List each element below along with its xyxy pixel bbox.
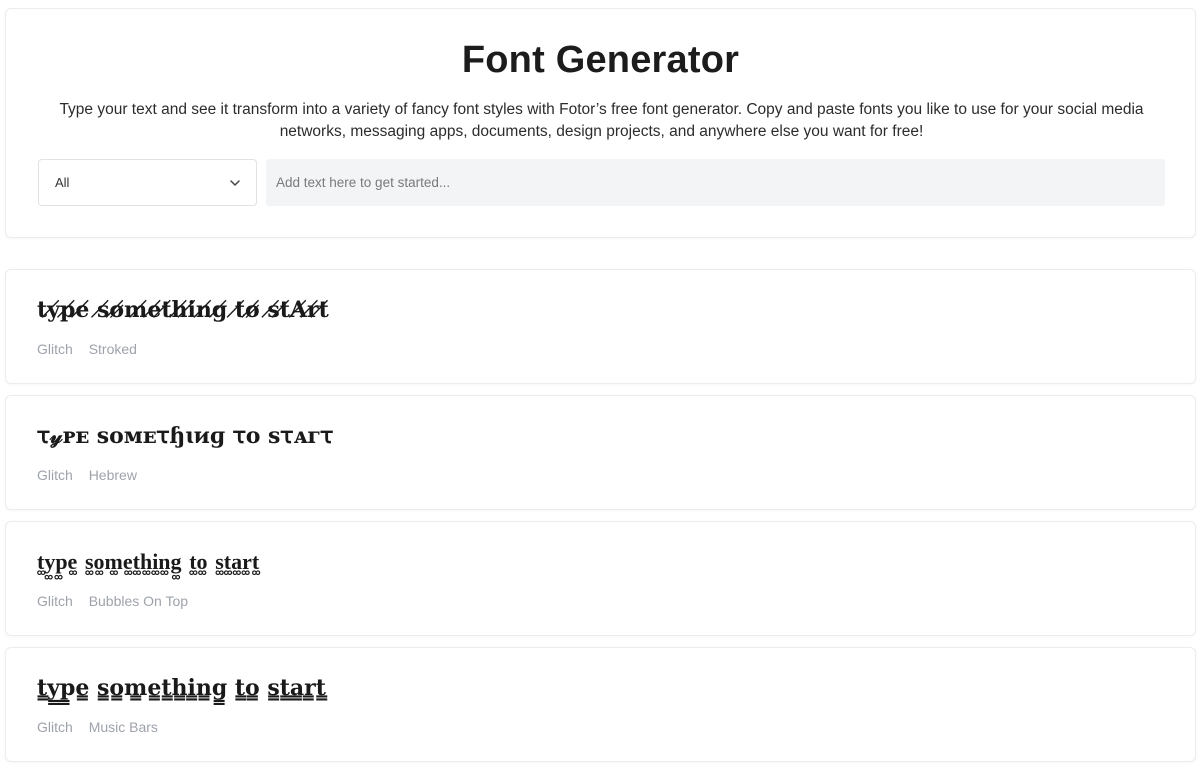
font-tag: Stroked	[88, 341, 137, 357]
font-tags: Glitch Music Bars	[37, 719, 170, 735]
font-sample-text[interactable]: ꚍ𝓎ᴩᴇ ѕᴏᴍᴇꚍɧɩᴎɡ ꚍᴏ ѕꚍᴀᴦꚍ	[37, 423, 333, 449]
font-tag: Glitch	[37, 593, 73, 609]
font-tag: Glitch	[37, 719, 73, 735]
style-filter-select[interactable]: All	[38, 159, 257, 206]
font-tag: Hebrew	[88, 467, 137, 483]
font-tag: Glitch	[37, 467, 73, 483]
style-filter-value: All	[55, 175, 70, 190]
font-sample-text[interactable]: ty̸p̸e̸ s̸ø̸m̸e̸t̸h̸i̸n̸g̸ t̸ø̸ s̸t̸A̸r̸…	[37, 297, 329, 323]
text-input[interactable]	[266, 159, 1165, 206]
font-tag: Music Bars	[88, 719, 158, 735]
chevron-down-icon	[230, 180, 240, 186]
font-tag: Bubbles On Top	[88, 593, 189, 609]
page-title: Font Generator	[461, 39, 740, 81]
font-tags: Glitch Stroked	[37, 341, 149, 357]
font-generator-header: Font Generator Type your text and see it…	[5, 8, 1196, 238]
font-tags: Glitch Bubbles On Top	[37, 593, 200, 609]
font-sample-text[interactable]: t̳y̳p̳e̳ s̳o̳m̳e̳t̳h̳i̳n̳g̳ t̳o̳ s̳t̳a̳r…	[37, 675, 326, 701]
font-result-card[interactable]: t͚y͚p͚e͚ s͚o͚m͚e͚t͚h͚i͚n͚g͚ t͚o͚ s͚t͚a͚r…	[5, 521, 1196, 636]
font-sample-text[interactable]: t͚y͚p͚e͚ s͚o͚m͚e͚t͚h͚i͚n͚g͚ t͚o͚ s͚t͚a͚r…	[37, 549, 259, 575]
font-tag: Glitch	[37, 341, 73, 357]
font-result-card[interactable]: ꚍ𝓎ᴩᴇ ѕᴏᴍᴇꚍɧɩᴎɡ ꚍᴏ ѕꚍᴀᴦꚍ Glitch Hebrew	[5, 395, 1196, 510]
page-description: Type your text and see it transform into…	[59, 101, 1144, 140]
font-tags: Glitch Hebrew	[37, 467, 149, 483]
font-result-card[interactable]: ty̸p̸e̸ s̸ø̸m̸e̸t̸h̸i̸n̸g̸ t̸ø̸ s̸t̸A̸r̸…	[5, 269, 1196, 384]
font-result-card[interactable]: t̳y̳p̳e̳ s̳o̳m̳e̳t̳h̳i̳n̳g̳ t̳o̳ s̳t̳a̳r…	[5, 647, 1196, 762]
